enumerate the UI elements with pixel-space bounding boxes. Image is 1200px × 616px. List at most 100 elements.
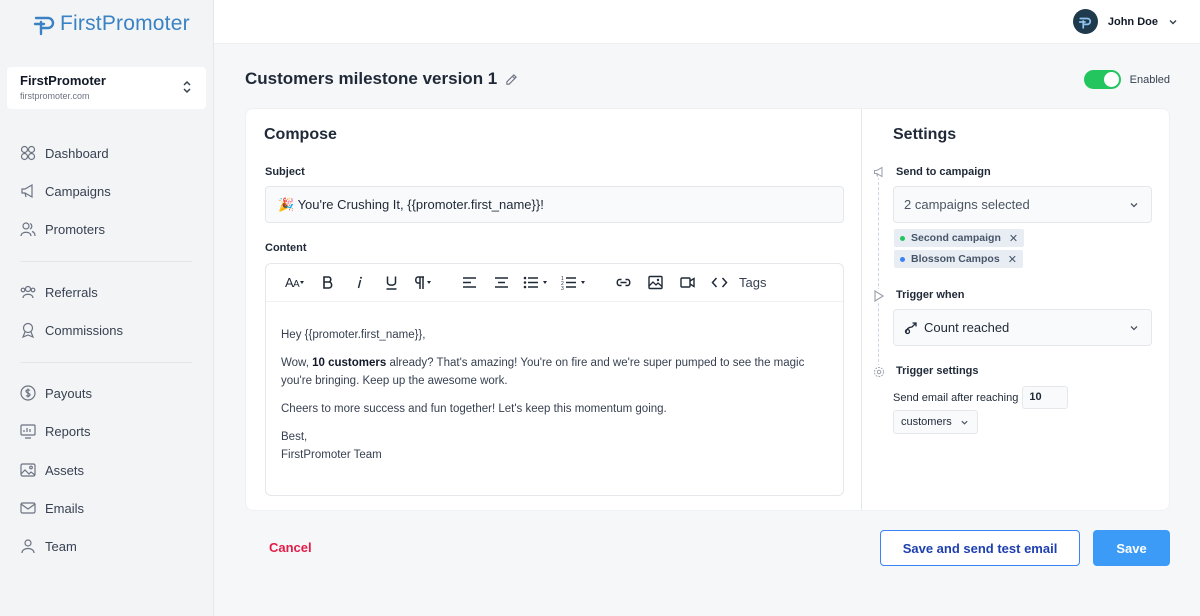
underline-button[interactable] (375, 275, 407, 290)
paragraph-button[interactable] (407, 275, 439, 290)
gear-icon (872, 365, 885, 378)
sidebar-item-dashboard[interactable]: Dashboard (20, 143, 109, 163)
play-icon (872, 289, 885, 302)
close-icon[interactable]: ✕ (1009, 232, 1018, 245)
insert-image-button[interactable] (639, 275, 671, 290)
cancel-button[interactable]: Cancel (269, 540, 312, 555)
italic-icon (357, 276, 362, 289)
save-and-send-test-button[interactable]: Save and send test email (880, 530, 1080, 566)
rich-text-editor[interactable]: AA 1 2 3 Tags Hey {{promoter.first_name}… (265, 263, 844, 496)
sidebar-item-promoters[interactable]: Promoters (20, 219, 105, 239)
send-to-campaign-label: Send to campaign (896, 166, 991, 178)
code-icon (710, 277, 728, 288)
font-size-icon: AA (285, 275, 304, 290)
reach-text: Send email after reaching (893, 391, 1019, 404)
chart-icon (20, 424, 36, 439)
sidebar-item-label: Emails (45, 500, 85, 516)
settings-panel: Settings Send to campaign 2 campaigns se… (862, 109, 1171, 510)
sidebar-item-label: Reports (45, 423, 91, 439)
sidebar-item-label: Campaigns (45, 183, 111, 199)
sidebar-item-emails[interactable]: Emails (20, 498, 84, 518)
sidebar-item-reports[interactable]: Reports (20, 421, 91, 441)
status-dot (900, 235, 905, 241)
users-icon (20, 222, 36, 237)
compose-title: Compose (264, 126, 337, 143)
email-signoff: Best, (281, 431, 308, 443)
enabled-toggle[interactable] (1083, 70, 1121, 89)
sidebar-item-label: Payouts (45, 385, 92, 401)
svg-text:3: 3 (561, 286, 564, 290)
bullet-list-button[interactable] (517, 275, 555, 290)
subject-input[interactable]: 🎉 You're Crushing It, {{promoter.first_n… (265, 186, 844, 223)
bold-icon (322, 276, 332, 289)
brand-logo[interactable]: FirstPromoter (32, 12, 190, 36)
chevron-up-down-icon (183, 80, 191, 94)
bold-button[interactable] (311, 275, 343, 290)
chevron-down-icon (1130, 203, 1138, 208)
avatar (1072, 9, 1098, 34)
underline-icon (386, 276, 396, 290)
email-editor-card: Compose Subject 🎉 You're Crushing It, {{… (245, 108, 1170, 511)
numbered-list-icon: 123 (561, 276, 585, 290)
sidebar-item-label: Referrals (45, 284, 98, 300)
image-icon (647, 275, 663, 290)
dollar-circle-icon (20, 385, 36, 401)
user-name: John Doe (1107, 15, 1158, 28)
reach-row: Send email after reaching 10 (893, 386, 1069, 409)
editor-content[interactable]: Hey {{promoter.first_name}}, Wow, 10 cus… (266, 302, 843, 464)
org-switcher[interactable]: FirstPromoter firstpromoter.com (7, 67, 206, 109)
brand-name: FirstPromoter (60, 12, 190, 35)
trigger-select[interactable]: Count reached (893, 309, 1152, 346)
reach-count-input[interactable]: 10 (1022, 386, 1069, 409)
align-center-button[interactable] (485, 275, 517, 290)
code-button[interactable] (703, 275, 735, 290)
chip-label: Blossom Campos (911, 253, 1000, 265)
campaign-chip: Blossom Campos ✕ (894, 250, 1023, 268)
nav-divider (20, 362, 192, 363)
trigger-settings-label: Trigger settings (896, 365, 979, 377)
settings-title: Settings (893, 126, 957, 143)
align-left-icon (462, 277, 476, 288)
user-menu[interactable]: John Doe (1072, 9, 1178, 34)
sidebar-item-label: Dashboard (45, 145, 109, 161)
sidebar-item-label: Assets (45, 462, 85, 478)
trigger-select-value: Count reached (924, 320, 1010, 335)
enabled-toggle-group: Enabled (1083, 70, 1170, 89)
award-icon (21, 322, 35, 338)
sidebar-item-referrals[interactable]: Referrals (20, 282, 98, 302)
sidebar: FirstPromoter FirstPromoter firstpromote… (0, 0, 214, 616)
unit-select-value: customers (901, 416, 952, 428)
sidebar-item-campaigns[interactable]: Campaigns (20, 181, 111, 201)
bold-text: 10 customers (312, 357, 387, 369)
unit-select[interactable]: customers (893, 410, 978, 434)
numbered-list-button[interactable]: 123 (555, 275, 593, 290)
sidebar-item-team[interactable]: Team (20, 536, 77, 556)
mail-icon (20, 502, 36, 514)
align-center-icon (494, 277, 508, 288)
sidebar-item-label: Promoters (45, 221, 105, 237)
close-icon[interactable]: ✕ (1008, 253, 1017, 266)
save-button[interactable]: Save (1093, 530, 1170, 566)
sidebar-item-commissions[interactable]: Commissions (20, 320, 123, 340)
chevron-down-icon (1169, 19, 1177, 24)
email-signature: FirstPromoter Team (281, 449, 382, 461)
video-icon (679, 277, 695, 288)
link-button[interactable] (607, 275, 639, 290)
font-size-button[interactable]: AA (279, 275, 311, 290)
megaphone-icon (21, 183, 33, 199)
editor-toolbar: AA 1 2 3 Tags (266, 264, 843, 302)
sidebar-item-payouts[interactable]: Payouts (20, 383, 92, 403)
align-left-button[interactable] (453, 275, 485, 290)
chip-label: Second campaign (911, 232, 1001, 244)
org-name: FirstPromoter (20, 73, 106, 88)
chevron-down-icon (961, 420, 968, 425)
email-paragraph-2: Cheers to more success and fun together!… (281, 403, 667, 415)
sidebar-item-assets[interactable]: Assets (20, 460, 84, 480)
campaign-select[interactable]: 2 campaigns selected (893, 186, 1152, 223)
firstpromoter-logo-icon (33, 16, 55, 36)
link-icon (616, 278, 630, 287)
insert-video-button[interactable] (671, 275, 703, 290)
italic-button[interactable] (343, 275, 375, 290)
pencil-icon[interactable] (505, 73, 518, 86)
tags-button[interactable]: Tags (739, 275, 766, 290)
